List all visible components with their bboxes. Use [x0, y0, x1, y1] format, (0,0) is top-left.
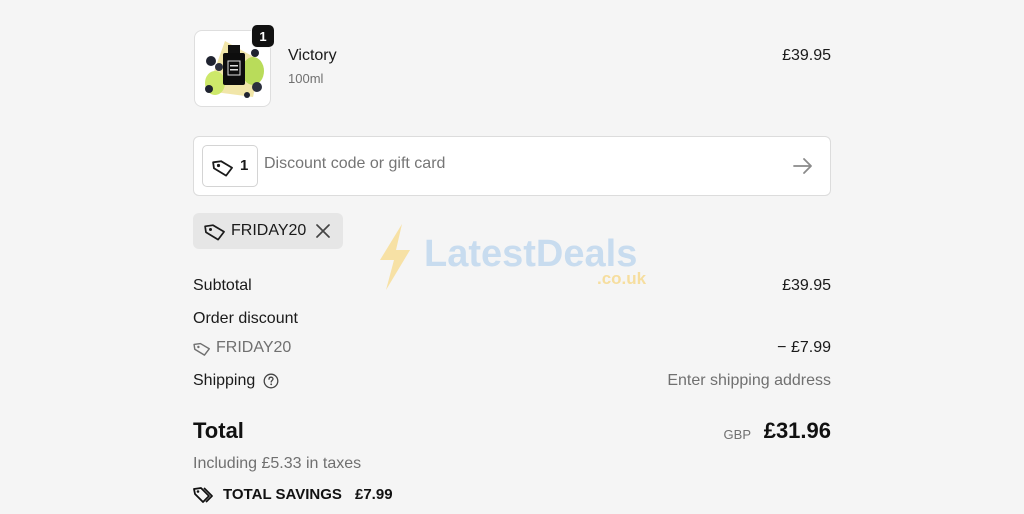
apply-discount-button[interactable]: [792, 156, 814, 181]
discount-code-label: FRIDAY20: [216, 339, 292, 356]
tag-icon: [204, 224, 225, 241]
product-name: Victory: [288, 47, 337, 64]
product-price: £39.95: [782, 47, 831, 64]
shipping-label: Shipping: [193, 372, 256, 389]
total-label: Total: [193, 418, 244, 443]
tag-icon: [193, 342, 210, 356]
total-savings-label: TOTAL SAVINGS: [223, 486, 342, 503]
tag-icon: [212, 160, 233, 177]
order-discount-label: Order discount: [193, 310, 298, 327]
quantity-badge: 1: [251, 24, 275, 48]
remove-discount-button[interactable]: [316, 224, 330, 243]
shipping-value: Enter shipping address: [667, 372, 831, 389]
discount-code-input[interactable]: [264, 155, 744, 173]
product-variant: 100ml: [288, 71, 324, 86]
watermark-domain: .co.uk: [597, 269, 647, 288]
taxes-note: Including £5.33 in taxes: [193, 455, 362, 472]
close-icon: [316, 224, 330, 238]
applied-discounts-count: 1: [240, 157, 249, 174]
applied-discounts-toggle[interactable]: 1: [202, 145, 258, 187]
total-savings-value: £7.99: [355, 486, 393, 503]
discount-code-field: 1: [193, 136, 831, 196]
currency-code: GBP: [723, 427, 751, 442]
subtotal-label: Subtotal: [193, 277, 252, 294]
tags-icon: [193, 487, 213, 503]
line-item: 1 Victory 100ml £39.95: [193, 24, 831, 108]
applied-discount-chip: FRIDAY20: [193, 213, 343, 249]
discount-value: − £7.99: [777, 339, 831, 356]
total-savings: TOTAL SAVINGS £7.99: [193, 485, 493, 505]
applied-discount-code: FRIDAY20: [231, 222, 307, 239]
total-value: £31.96: [763, 418, 831, 443]
subtotal-value: £39.95: [782, 277, 831, 294]
latestdeals-watermark: LatestDeals .co.uk: [372, 222, 662, 292]
arrow-right-icon: [793, 158, 812, 174]
help-circle-icon[interactable]: [263, 373, 279, 389]
lightning-icon: [380, 224, 410, 290]
